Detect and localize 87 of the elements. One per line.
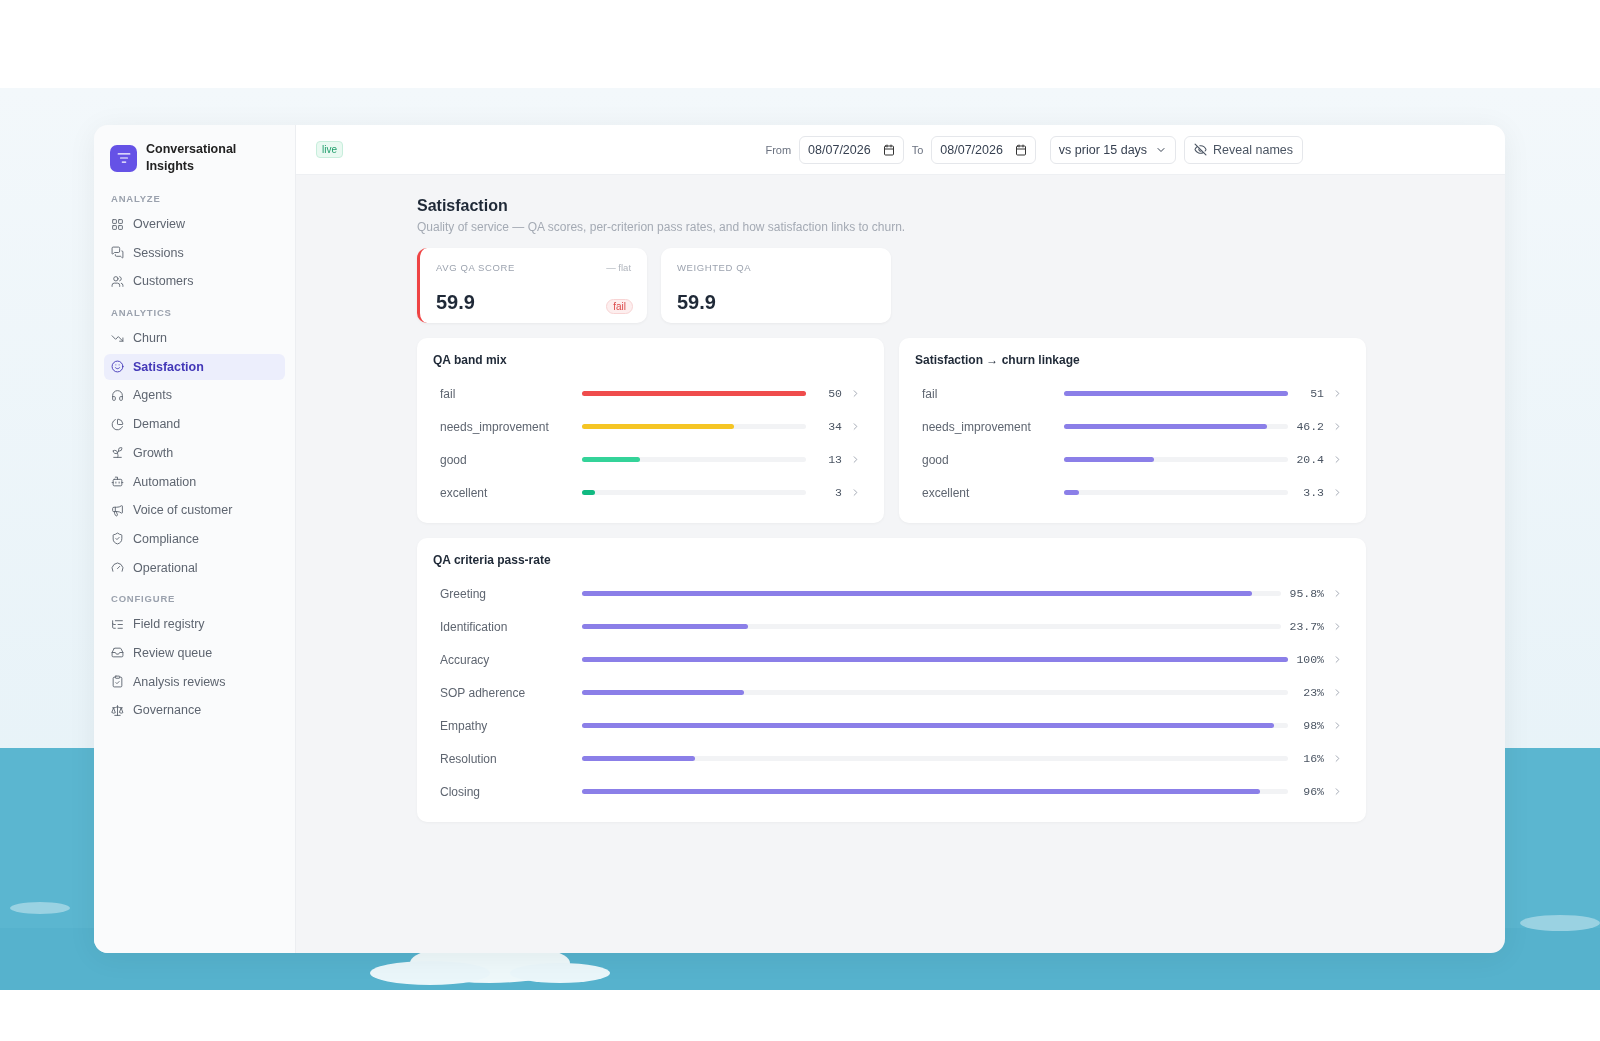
nav-item[interactable]: Governance — [104, 697, 285, 724]
bar-value: 51 — [1309, 387, 1324, 400]
nav-item[interactable]: Customers — [104, 268, 285, 295]
compare-select[interactable]: vs prior 15 days — [1049, 135, 1177, 164]
megaphone-icon — [111, 503, 124, 517]
date-field[interactable]: 08/07/2026 — [931, 135, 1036, 164]
kpi-label: WEIGHTED QA — [677, 262, 753, 275]
app-name: Conversational Insights — [146, 141, 238, 175]
smile-icon — [111, 360, 124, 374]
bar-value: 100% — [1296, 653, 1324, 666]
bar-value: 23.7% — [1289, 620, 1324, 633]
nav-item[interactable]: Field registry — [104, 611, 285, 638]
grid-icon — [111, 217, 124, 231]
from-label: From — [765, 143, 792, 156]
clipboard-icon — [111, 675, 124, 689]
logo-icon — [110, 144, 137, 172]
panel-title: Satisfaction → churn linkage — [915, 353, 1081, 367]
bar-value: 13 — [827, 453, 842, 466]
live-badge: live — [316, 141, 343, 158]
bar-value: 96% — [1302, 785, 1324, 798]
nav-item[interactable]: Growth — [104, 439, 285, 466]
sprout-icon — [111, 446, 124, 460]
bar-label: Accuracy — [440, 652, 491, 667]
nav-item[interactable]: Review queue — [104, 639, 285, 666]
bar-value: 95.8% — [1289, 587, 1324, 600]
calendar-icon — [882, 143, 895, 156]
bar-label: good — [922, 452, 950, 467]
page-title: Satisfaction — [417, 197, 509, 215]
nav-item[interactable]: Automation — [104, 468, 285, 495]
shield-icon — [111, 532, 124, 546]
nav-item[interactable]: Operational — [104, 554, 285, 581]
bar-label: fail — [440, 386, 457, 401]
bar-label: Empathy — [440, 718, 489, 733]
bar-label: Greeting — [440, 586, 488, 601]
status-badge: fail — [606, 299, 633, 315]
bar-value: 16% — [1302, 752, 1324, 765]
list-icon — [111, 617, 124, 631]
scale-icon — [111, 703, 124, 717]
nav-item[interactable]: Voice of customer — [104, 497, 285, 524]
nav-item[interactable]: Satisfaction — [104, 353, 285, 380]
bar-value: 20.4 — [1296, 453, 1324, 466]
bar-label: Resolution — [440, 751, 498, 766]
headphones-icon — [111, 388, 124, 402]
pie-icon — [111, 417, 124, 431]
bar-value: 3.3 — [1302, 486, 1324, 499]
bar-value: 98% — [1302, 719, 1324, 732]
nav-item[interactable]: Analysis reviews — [104, 668, 285, 695]
reveal-names-button[interactable]: Reveal names — [1184, 135, 1303, 164]
page-subtitle: Quality of service — QA scores, per-criterion pass rates, and how satisfaction links to churn. — [417, 220, 907, 234]
nav-item[interactable]: Demand — [104, 411, 285, 438]
bar-value: 3 — [834, 486, 842, 499]
inbox-icon — [111, 646, 124, 660]
bar-label: good — [440, 452, 468, 467]
users-icon — [111, 274, 124, 288]
kpi-trend: — flat — [606, 262, 632, 275]
panel-title: QA band mix — [433, 353, 508, 367]
bar-label: needs_improvement — [440, 419, 550, 434]
gauge-icon — [111, 561, 124, 575]
bar-value: 46.2 — [1296, 420, 1324, 433]
bar-value: 34 — [827, 420, 842, 433]
calendar-icon — [1014, 143, 1027, 156]
bar-label: Identification — [440, 619, 509, 634]
bar-label: needs_improvement — [922, 419, 1032, 434]
section-title: CONFIGURE — [110, 592, 177, 607]
bar-value: 23% — [1302, 686, 1324, 699]
nav-item[interactable]: Churn — [104, 325, 285, 352]
section-title: ANALYZE — [110, 192, 162, 206]
panel-title: QA criteria pass-rate — [433, 553, 552, 567]
nav-item[interactable]: Compliance — [104, 525, 285, 552]
robot-icon — [111, 475, 124, 488]
chat-icon — [111, 246, 124, 260]
bar-label: excellent — [440, 485, 489, 500]
nav-item[interactable]: Overview — [104, 211, 285, 237]
kpi-value: 59.9 — [677, 290, 717, 315]
kpi-value: 59.9 — [436, 290, 476, 315]
eye-off-icon — [1194, 143, 1208, 156]
to-label: To — [911, 143, 924, 156]
bar-label: Closing — [440, 784, 482, 799]
bar-label: SOP adherence — [440, 685, 527, 700]
bar-value: 50 — [827, 387, 842, 400]
nav-item[interactable]: Agents — [104, 382, 285, 409]
kpi-label: AVG QA SCORE — [436, 262, 516, 275]
bar-label: fail — [922, 386, 939, 401]
bar-label: excellent — [922, 485, 971, 500]
date-field[interactable]: 08/07/2026 — [799, 135, 904, 164]
section-title: ANALYTICS — [110, 306, 173, 321]
nav-item[interactable]: Sessions — [104, 239, 285, 266]
